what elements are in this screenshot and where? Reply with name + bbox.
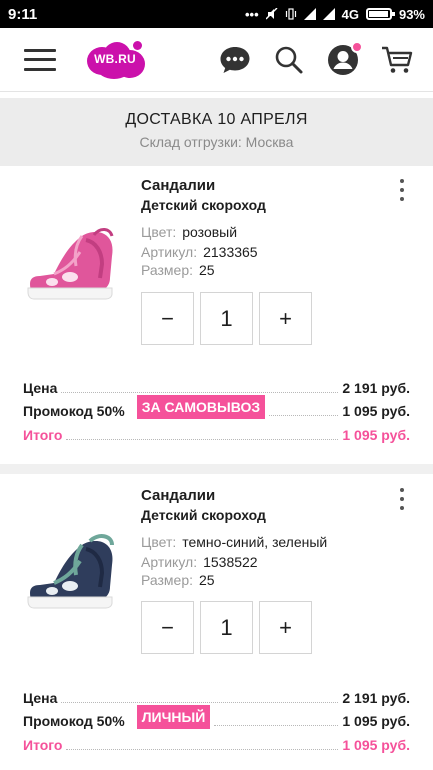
profile-icon[interactable] <box>327 40 363 76</box>
promo-badge: ЛИЧНЫЙ <box>136 705 211 729</box>
item-divider <box>0 464 433 474</box>
total-row: Итого 1 095 руб. <box>23 427 410 443</box>
increase-quantity-button[interactable]: + <box>259 292 312 345</box>
header-actions <box>219 40 413 76</box>
product-size: Размер: 25 <box>141 262 215 278</box>
signal-icon <box>303 8 316 20</box>
product-color: Цвет: розовый <box>141 224 238 240</box>
promo-value: 1 095 руб. <box>342 403 410 419</box>
network-type: 4G <box>341 6 359 22</box>
price-row: Цена 2 191 руб. <box>23 380 410 396</box>
cart-item: Сандалии Детский скороход Цвет: розовый А… <box>0 166 433 464</box>
product-sku: Артикул: 1538522 <box>141 554 258 570</box>
more-options-icon[interactable] <box>398 179 406 201</box>
product-color: Цвет: темно-синий, зеленый <box>141 534 328 550</box>
increase-quantity-button[interactable]: + <box>259 601 312 654</box>
battery-icon <box>365 8 395 20</box>
cart-item: Сандалии Детский скороход Цвет: темно-син… <box>0 474 433 770</box>
promo-row: Промокод 50% ЗА САМОВЫВОЗ 1 095 руб. <box>23 395 410 419</box>
app-header: WB.RU <box>0 28 433 92</box>
status-time: 9:11 <box>8 5 38 23</box>
product-image[interactable] <box>24 531 120 621</box>
signal-icon-2 <box>322 8 335 20</box>
product-size: Размер: 25 <box>141 572 215 588</box>
decrease-quantity-button[interactable]: − <box>141 601 194 654</box>
product-title: Сандалии <box>141 487 216 504</box>
product-title: Сандалии <box>141 177 216 194</box>
logo-text: WB.RU <box>94 51 136 66</box>
wb-logo[interactable]: WB.RU <box>85 39 145 81</box>
delivery-banner: ДОСТАВКА 10 АПРЕЛЯ Склад отгрузки: Москв… <box>0 98 433 166</box>
price-value: 2 191 руб. <box>342 380 410 396</box>
promo-value: 1 095 руб. <box>342 713 410 729</box>
warehouse-info: Склад отгрузки: Москва <box>139 134 294 150</box>
more-options-icon[interactable] <box>398 488 406 510</box>
promo-badge: ЗА САМОВЫВОЗ <box>136 395 266 419</box>
quantity-stepper: − 1 + <box>141 292 312 345</box>
total-value: 1 095 руб. <box>342 737 410 753</box>
more-notifications-icon: ••• <box>244 6 259 22</box>
promo-row: Промокод 50% ЛИЧНЫЙ 1 095 руб. <box>23 705 410 729</box>
vibrate-icon <box>285 8 296 20</box>
notification-dot <box>351 40 363 53</box>
total-value: 1 095 руб. <box>342 427 410 443</box>
quantity-stepper: − 1 + <box>141 601 312 654</box>
product-sku: Артикул: 2133365 <box>141 244 258 260</box>
price-row: Цена 2 191 руб. <box>23 690 410 706</box>
cart-icon[interactable] <box>381 44 413 76</box>
chat-icon[interactable] <box>219 44 251 76</box>
product-brand: Детский скороход <box>141 197 266 213</box>
search-icon[interactable] <box>273 44 305 76</box>
quantity-value[interactable]: 1 <box>200 292 253 345</box>
price-value: 2 191 руб. <box>342 690 410 706</box>
quantity-value[interactable]: 1 <box>200 601 253 654</box>
decrease-quantity-button[interactable]: − <box>141 292 194 345</box>
muted-icon <box>265 8 278 20</box>
status-indicators: ••• 4G 93% <box>245 7 425 22</box>
status-bar: 9:11 ••• 4G 93% <box>0 0 433 28</box>
delivery-date: ДОСТАВКА 10 АПРЕЛЯ <box>125 111 308 128</box>
menu-icon[interactable] <box>24 48 56 71</box>
product-brand: Детский скороход <box>141 507 266 523</box>
total-row: Итого 1 095 руб. <box>23 737 410 753</box>
product-image[interactable] <box>24 222 120 312</box>
battery-level: 93% <box>398 6 425 22</box>
